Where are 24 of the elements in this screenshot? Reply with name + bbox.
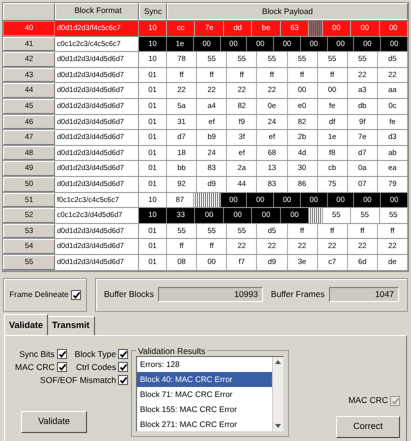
list-item[interactable]: Block 71: MAC CRC Error (137, 386, 272, 402)
column-header: Block Payload (167, 3, 408, 20)
column-header: Sync (139, 3, 167, 20)
field-label: Buffer Blocks (104, 288, 154, 301)
list-item[interactable]: Block 271: MAC CRC Error (137, 416, 272, 430)
checkbox-label: Ctrl Codes (76, 362, 116, 372)
checkbox-label: SOF/EOF Mismatch (40, 374, 116, 384)
checkbox-label: Sync Bits (19, 348, 55, 358)
tab[interactable]: Transmit (48, 316, 95, 334)
checkbox-label: Block Type (74, 348, 116, 358)
number-field: 1047 (328, 287, 399, 302)
column-header: Block Format (55, 3, 139, 20)
tab[interactable]: Validate (4, 314, 48, 334)
correct-button[interactable]: Correct (336, 416, 400, 438)
list-item[interactable]: Block 40: MAC CRC Error (137, 372, 272, 386)
checkbox-label: MAC CRC (15, 362, 55, 372)
field-label: Buffer Frames (270, 288, 325, 301)
validate-button[interactable]: Validate (21, 410, 87, 432)
list-item[interactable]: Errors: 128 (137, 356, 272, 372)
number-field: 10993 (158, 287, 263, 302)
list-item[interactable]: Block 155: MAC CRC Error (137, 402, 272, 416)
checkbox-label: MAC CRC (348, 394, 388, 405)
group-title: Validation Results (137, 346, 206, 356)
checkbox-label: Frame Delineate (9, 288, 69, 300)
